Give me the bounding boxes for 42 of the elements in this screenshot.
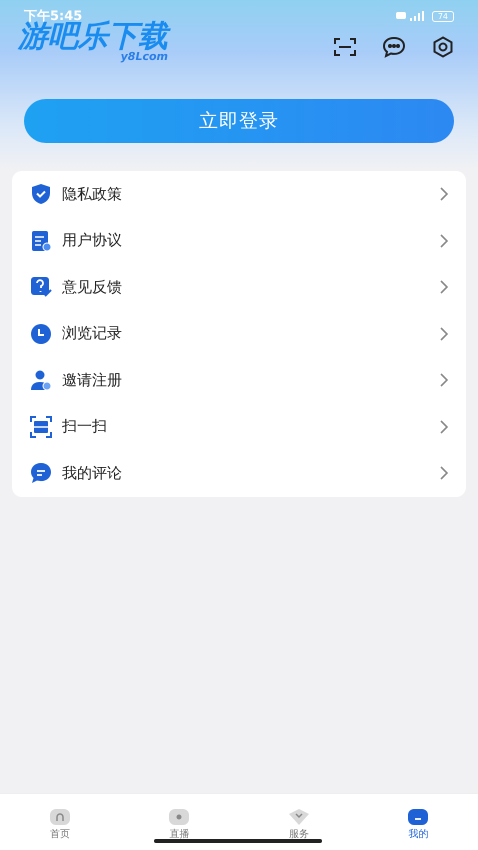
menu-label: 用户协议 <box>62 231 123 250</box>
signal-icon <box>396 10 426 22</box>
message-icon[interactable] <box>382 36 406 58</box>
menu-label: 意见反馈 <box>62 278 123 297</box>
scan-icon[interactable] <box>334 38 356 56</box>
service-tab-icon <box>288 808 310 826</box>
menu-item[interactable]: 用户协议 <box>12 218 466 264</box>
menu-item[interactable]: 我的评论 <box>12 450 466 496</box>
chevron-right-icon <box>440 373 448 388</box>
menu-label: 隐私政策 <box>62 184 123 204</box>
live-tab-icon <box>168 808 190 826</box>
mine-tab-icon <box>407 808 430 826</box>
menu-label: 邀请注册 <box>62 370 123 390</box>
chevron-right-icon <box>440 187 448 202</box>
home-tab-icon <box>48 808 71 826</box>
menu-item[interactable]: 扫一扫 <box>12 404 466 450</box>
menu-item[interactable]: 浏览记录 <box>12 310 466 357</box>
menu-item[interactable]: 意见反馈 <box>12 264 466 310</box>
menu-label: 我的评论 <box>62 464 123 483</box>
menu-label: 扫一扫 <box>62 417 108 436</box>
question-icon <box>30 276 52 298</box>
person-icon <box>30 369 52 392</box>
tab[interactable]: 首页 <box>0 794 120 850</box>
comment-icon <box>30 462 52 484</box>
chevron-right-icon <box>440 326 448 341</box>
battery-level: 74 <box>432 10 454 22</box>
chevron-right-icon <box>440 280 448 294</box>
menu-item[interactable]: 隐私政策 <box>12 171 466 218</box>
chevron-right-icon <box>440 466 448 480</box>
logo-subtitle: y8Lcom <box>120 50 168 63</box>
tab[interactable]: 服务 <box>239 794 358 850</box>
clock-icon <box>30 322 52 345</box>
tab[interactable]: 我的 <box>358 794 478 850</box>
menu-item[interactable]: 邀请注册 <box>12 357 466 404</box>
chevron-right-icon <box>440 234 448 248</box>
scan-icon <box>30 416 52 438</box>
settings-icon[interactable] <box>432 36 454 58</box>
chevron-right-icon <box>440 420 448 434</box>
doc-icon <box>30 230 52 252</box>
shield-icon <box>30 183 52 206</box>
tab[interactable]: 直播 <box>120 794 239 850</box>
menu-label: 浏览记录 <box>62 324 123 344</box>
